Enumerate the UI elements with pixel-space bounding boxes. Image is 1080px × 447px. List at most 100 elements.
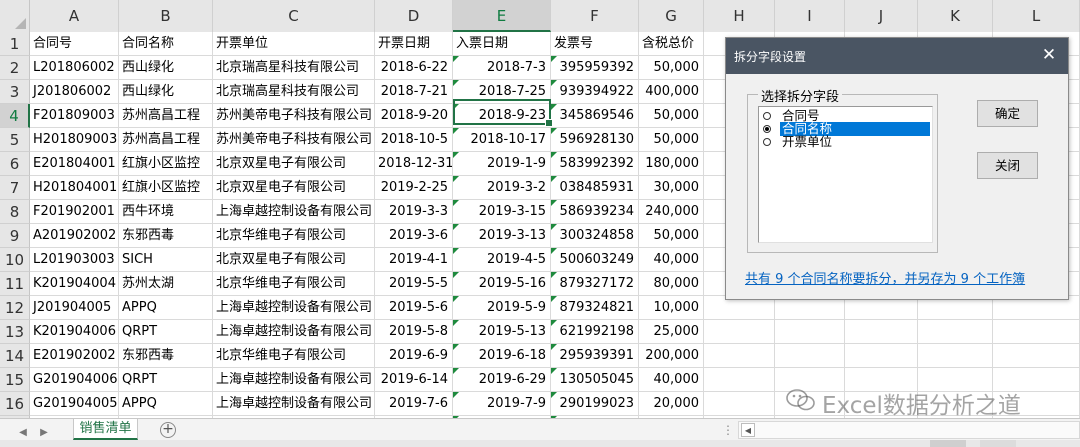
row-header-12[interactable]: 12 (0, 296, 30, 320)
cell-invoice-no[interactable]: 130505045 (551, 368, 639, 392)
row-header-16[interactable]: 16 (0, 392, 30, 416)
cell-invoice-date[interactable]: 2019-3-3 (375, 200, 453, 224)
cell-entry-date[interactable]: 2018-7-25 (453, 80, 551, 104)
cell-invoice-no[interactable]: 583992392 (551, 152, 639, 176)
cell-contract-name[interactable]: 红旗小区监控 (119, 176, 213, 200)
cell-contract-no[interactable]: J201806002 (30, 80, 119, 104)
cell-contract-name[interactable]: APPQ (119, 392, 213, 416)
cell-entry-date[interactable]: 2019-3-2 (453, 176, 551, 200)
close-icon[interactable]: ✕ (1040, 45, 1058, 65)
cell-entry-date[interactable]: 2019-3-13 (453, 224, 551, 248)
cell-billing-unit[interactable]: 北京双星电子有限公司 (213, 152, 375, 176)
row-header-10[interactable]: 10 (0, 248, 30, 272)
cell-total-price[interactable]: 50,000 (639, 128, 704, 152)
column-header-c[interactable]: C (213, 0, 375, 32)
cell-invoice-no[interactable]: 500603249 (551, 248, 639, 272)
cell-invoice-no[interactable]: 879324821 (551, 296, 639, 320)
cell-total-price[interactable]: 400,000 (639, 80, 704, 104)
cell-contract-name[interactable]: 西山绿化 (119, 80, 213, 104)
cell-invoice-date[interactable]: 2018-9-20 (375, 104, 453, 128)
row-header-1[interactable]: 1 (0, 32, 30, 56)
cell-billing-unit[interactable]: 上海卓越控制设备有限公司 (213, 320, 375, 344)
cell-billing-unit[interactable]: 上海卓越控制设备有限公司 (213, 392, 375, 416)
column-header-k[interactable]: K (918, 0, 993, 32)
cell-invoice-no[interactable]: 295939391 (551, 344, 639, 368)
header-cell-invoice-no[interactable]: 发票号 (551, 32, 639, 56)
cell-contract-name[interactable]: 东邪西毒 (119, 224, 213, 248)
cell-total-price[interactable]: 50,000 (639, 104, 704, 128)
cell-entry-date[interactable]: 2019-5-13 (453, 320, 551, 344)
row-header-4[interactable]: 4 (0, 104, 30, 128)
cell-contract-no[interactable]: F201902001 (30, 200, 119, 224)
radio-selected-icon[interactable] (763, 125, 771, 133)
cell-contract-no[interactable]: L201806002 (30, 56, 119, 80)
row-header-9[interactable]: 9 (0, 224, 30, 248)
row-header-13[interactable]: 13 (0, 320, 30, 344)
row-header-2[interactable]: 2 (0, 56, 30, 80)
cell-entry-date[interactable]: 2019-1-9 (453, 152, 551, 176)
cell-invoice-date[interactable]: 2018-6-22 (375, 56, 453, 80)
page-layout-icon[interactable] (980, 440, 1016, 447)
cell-entry-date[interactable]: 2018-7-3 (453, 56, 551, 80)
row-header-7[interactable]: 7 (0, 176, 30, 200)
header-cell-invoice-date[interactable]: 开票日期 (375, 32, 453, 56)
cell-billing-unit[interactable]: 苏州美帝电子科技有限公司 (213, 104, 375, 128)
column-header-b[interactable]: B (119, 0, 213, 32)
cell-contract-name[interactable]: 苏州高昌工程 (119, 104, 213, 128)
scroll-tabs-left-icon[interactable]: ◀ (16, 426, 30, 440)
cell-contract-name[interactable]: QRPT (119, 320, 213, 344)
select-all-corner[interactable] (0, 0, 30, 32)
cell-total-price[interactable]: 40,000 (639, 368, 704, 392)
empty-cell[interactable] (918, 344, 993, 368)
column-header-i[interactable]: I (775, 0, 845, 32)
cell-invoice-no[interactable]: 939394922 (551, 80, 639, 104)
option-billing-unit[interactable]: 开票单位 (761, 135, 930, 149)
cell-total-price[interactable]: 20,000 (639, 392, 704, 416)
column-header-d[interactable]: D (375, 0, 453, 32)
cell-contract-no[interactable]: F201809003 (30, 104, 119, 128)
cell-invoice-date[interactable]: 2019-6-14 (375, 368, 453, 392)
header-cell-entry-date[interactable]: 入票日期 (453, 32, 551, 56)
cell-billing-unit[interactable]: 上海卓越控制设备有限公司 (213, 200, 375, 224)
cell-billing-unit[interactable]: 北京瑞高星科技有限公司 (213, 56, 375, 80)
cell-entry-date[interactable]: 2019-3-15 (453, 200, 551, 224)
split-info-link[interactable]: 共有 9 个合同名称要拆分，并另存为 9 个工作簿 (745, 268, 1025, 287)
cell-contract-name[interactable]: 苏州太湖 (119, 272, 213, 296)
cell-contract-name[interactable]: 东邪西毒 (119, 344, 213, 368)
cell-total-price[interactable]: 180,000 (639, 152, 704, 176)
empty-cell[interactable] (704, 368, 775, 392)
cell-entry-date[interactable]: 2019-6-18 (453, 344, 551, 368)
cell-contract-no[interactable]: A201902002 (30, 224, 119, 248)
row-header-8[interactable]: 8 (0, 200, 30, 224)
column-header-h[interactable]: H (704, 0, 775, 32)
cell-contract-no[interactable]: J201904005 (30, 296, 119, 320)
empty-cell[interactable] (993, 344, 1080, 368)
cell-invoice-date[interactable]: 2018-10-5 (375, 128, 453, 152)
column-header-g[interactable]: G (639, 0, 704, 32)
empty-cell[interactable] (918, 320, 993, 344)
cell-entry-date[interactable]: 2019-5-16 (453, 272, 551, 296)
cell-entry-date[interactable]: 2018-10-17 (453, 128, 551, 152)
cell-entry-date[interactable]: 2019-4-5 (453, 248, 551, 272)
column-header-l[interactable]: L (993, 0, 1080, 32)
cell-invoice-date[interactable]: 2019-2-25 (375, 176, 453, 200)
row-header-11[interactable]: 11 (0, 272, 30, 296)
cell-invoice-date[interactable]: 2019-6-9 (375, 344, 453, 368)
cell-invoice-date[interactable]: 2019-3-6 (375, 224, 453, 248)
cell-contract-name[interactable]: APPQ (119, 296, 213, 320)
cell-total-price[interactable]: 40,000 (639, 248, 704, 272)
cell-contract-no[interactable]: E201804001 (30, 152, 119, 176)
header-cell-contract-no[interactable]: 合同号 (30, 32, 119, 56)
cell-invoice-no[interactable]: 395959392 (551, 56, 639, 80)
sheet-tab[interactable]: 销售清单 (73, 419, 138, 440)
empty-cell[interactable] (845, 320, 918, 344)
cell-total-price[interactable]: 200,000 (639, 344, 704, 368)
row-header-3[interactable]: 3 (0, 80, 30, 104)
empty-cell[interactable] (704, 344, 775, 368)
tab-split-handle-icon[interactable]: ⋮ (722, 423, 735, 437)
radio-icon[interactable] (763, 138, 771, 146)
row-header-5[interactable]: 5 (0, 128, 30, 152)
cell-contract-no[interactable]: G201904005 (30, 392, 119, 416)
cell-invoice-date[interactable]: 2018-7-21 (375, 80, 453, 104)
cell-total-price[interactable]: 80,000 (639, 272, 704, 296)
